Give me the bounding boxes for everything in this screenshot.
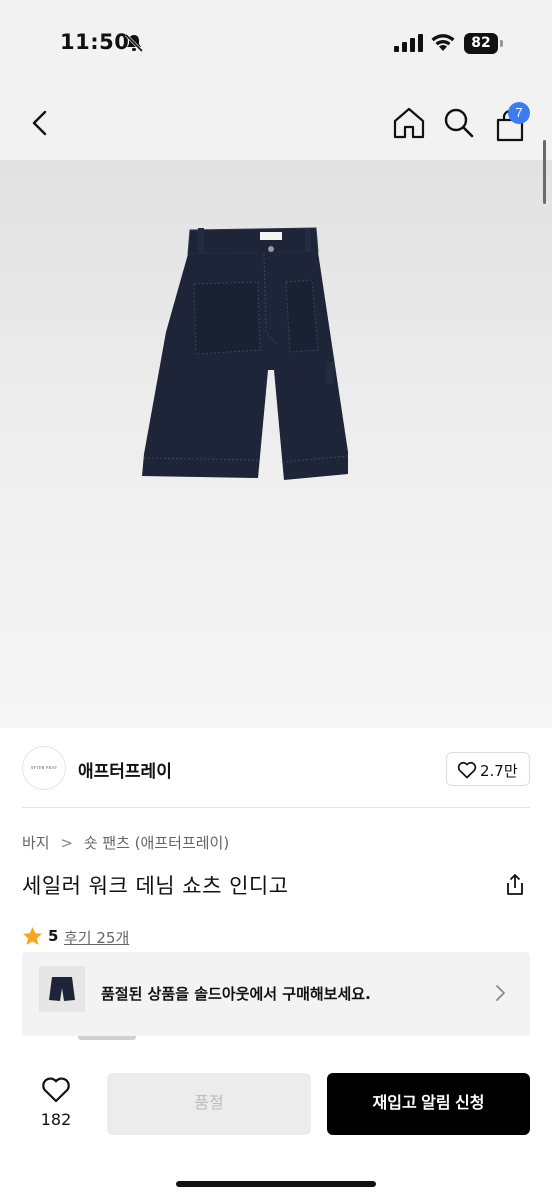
cart-count-badge: 7 bbox=[508, 102, 530, 124]
rating-value: 5 bbox=[48, 927, 59, 945]
home-indicator bbox=[176, 1181, 376, 1187]
wishlist-count: 182 bbox=[40, 1110, 72, 1129]
battery-level: 82 bbox=[464, 33, 498, 54]
brand-like-count: 2.7만 bbox=[480, 762, 518, 780]
soldout-banner[interactable]: 품절된 상품을 솔드아웃에서 구매해보세요. bbox=[22, 952, 530, 1036]
scroll-indicator bbox=[543, 140, 546, 204]
banner-product-thumbnail bbox=[39, 966, 85, 1012]
brand-name[interactable]: 애프터프레이 bbox=[78, 757, 172, 782]
search-icon[interactable] bbox=[440, 104, 478, 142]
home-icon[interactable] bbox=[390, 104, 428, 142]
signal-icon bbox=[394, 34, 423, 52]
header-nav: 7 bbox=[0, 90, 552, 160]
star-icon bbox=[23, 927, 42, 945]
denim-shorts-image bbox=[142, 227, 349, 480]
battery-indicator: 82 bbox=[464, 33, 504, 54]
bell-slash-icon bbox=[124, 33, 144, 53]
review-count-link[interactable]: 후기 25개 bbox=[64, 927, 129, 948]
brand-like-button[interactable]: 2.7만 bbox=[446, 752, 530, 786]
bottom-action-bar: 182 품절 재입고 알림 신청 bbox=[0, 1050, 552, 1200]
wishlist-button[interactable]: 182 bbox=[26, 1074, 86, 1134]
soldout-button: 품절 bbox=[107, 1073, 311, 1135]
battery-cap bbox=[500, 40, 503, 47]
heart-icon bbox=[42, 1077, 70, 1103]
shorts-thumbnail-icon bbox=[49, 977, 75, 1001]
heart-icon bbox=[457, 761, 477, 779]
product-image[interactable] bbox=[0, 160, 552, 728]
chevron-right-icon bbox=[496, 985, 505, 1001]
soldout-banner-text: 품절된 상품을 솔드아웃에서 구매해보세요. bbox=[101, 985, 371, 1003]
share-icon[interactable] bbox=[502, 872, 528, 898]
status-bar: 11:50 82 bbox=[0, 0, 552, 90]
breadcrumb: 바지 > 숏 팬츠 (애프터프레이) bbox=[22, 832, 229, 853]
product-title: 세일러 워크 데님 쇼츠 인디고 bbox=[22, 874, 289, 898]
brand-logo[interactable]: AFTER PRAY bbox=[22, 746, 66, 790]
hidden-content-peek bbox=[78, 1036, 136, 1040]
breadcrumb-item-subcategory[interactable]: 숏 팬츠 (애프터프레이) bbox=[84, 832, 229, 853]
restock-notify-button[interactable]: 재입고 알림 신청 bbox=[327, 1073, 530, 1135]
back-arrow-icon[interactable] bbox=[24, 106, 58, 140]
wifi-icon bbox=[431, 34, 455, 51]
brand-row[interactable]: AFTER PRAY 애프터프레이 2.7만 bbox=[22, 728, 530, 808]
breadcrumb-separator: > bbox=[60, 834, 73, 852]
status-time: 11:50 bbox=[60, 30, 130, 54]
breadcrumb-item-category[interactable]: 바지 bbox=[22, 832, 50, 853]
cart-button[interactable]: 7 bbox=[492, 102, 532, 144]
